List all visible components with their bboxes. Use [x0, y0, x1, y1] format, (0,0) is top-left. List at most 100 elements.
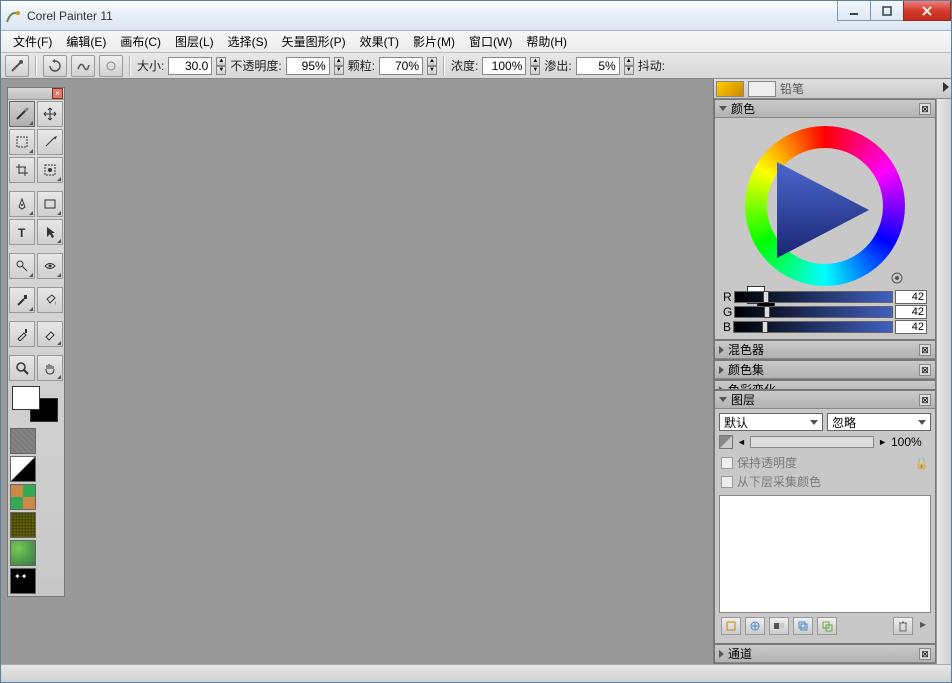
cloner-tool[interactable]	[9, 287, 35, 313]
blend-mode-combo[interactable]: 默认	[719, 413, 823, 431]
straight-button[interactable]	[99, 55, 123, 77]
freehand-button[interactable]	[71, 55, 95, 77]
hand-tool[interactable]	[37, 355, 63, 381]
panel-close-icon[interactable]: ⊠	[919, 394, 931, 406]
layer-opacity-slider[interactable]	[750, 436, 874, 448]
pattern-swatch[interactable]	[10, 484, 36, 510]
brush-category-selector[interactable]	[716, 81, 744, 97]
mixer-panel-header[interactable]: 混色器⊠	[715, 341, 935, 359]
canvas-area[interactable]: × T	[1, 79, 713, 664]
panel-menu-icon[interactable]: ▸	[917, 617, 929, 635]
layer-visibility-icon[interactable]	[719, 435, 733, 449]
menu-canvas[interactable]: 画布(C)	[114, 31, 167, 52]
depth-mode-combo[interactable]: 忽略	[827, 413, 931, 431]
toolbox[interactable]: × T	[7, 87, 65, 597]
menu-edit[interactable]: 编辑(E)	[60, 31, 112, 52]
expand-arrow-icon[interactable]	[943, 82, 949, 92]
resat-stepper[interactable]: ▲▼	[530, 57, 540, 75]
move-tool[interactable]	[37, 101, 63, 127]
foreground-swatch[interactable]	[12, 386, 40, 410]
dropper-tool[interactable]	[9, 321, 35, 347]
new-layer-button[interactable]	[721, 617, 741, 635]
toolbox-header[interactable]: ×	[8, 88, 64, 100]
disclosure-icon[interactable]	[719, 366, 724, 374]
toolbox-close-icon[interactable]: ×	[52, 88, 63, 99]
crop-tool[interactable]	[9, 157, 35, 183]
color-wheel[interactable]	[745, 126, 905, 286]
disclosure-icon[interactable]	[719, 346, 724, 354]
grain-input[interactable]: 70%	[379, 57, 423, 75]
dock-scrollbar[interactable]	[936, 99, 951, 664]
delete-layer-button[interactable]	[893, 617, 913, 635]
gradient-swatch[interactable]	[10, 456, 36, 482]
close-button[interactable]	[903, 1, 951, 21]
layer-opacity-value[interactable]: 100%	[891, 435, 931, 449]
size-stepper[interactable]: ▲▼	[216, 57, 226, 75]
color-panel-header[interactable]: 颜色 ⊠	[715, 100, 935, 118]
menu-shape[interactable]: 矢量图形(P)	[276, 31, 352, 52]
weave-swatch[interactable]	[10, 512, 36, 538]
wand-tool[interactable]	[37, 129, 63, 155]
brush-tool[interactable]	[9, 101, 35, 127]
bucket-tool[interactable]	[37, 287, 63, 313]
g-value[interactable]: 42	[895, 305, 927, 319]
menu-movie[interactable]: 影片(M)	[407, 31, 461, 52]
titlebar[interactable]: Corel Painter 11	[1, 1, 951, 31]
layer-list[interactable]	[719, 495, 931, 613]
grain-stepper[interactable]: ▲▼	[427, 57, 437, 75]
disclosure-icon[interactable]	[719, 397, 727, 402]
menu-effect[interactable]: 效果(T)	[354, 31, 405, 52]
pointer-tool[interactable]	[37, 219, 63, 245]
colorset-panel-header[interactable]: 颜色集⊠	[715, 361, 935, 379]
paper-texture[interactable]	[10, 428, 36, 454]
dodge-tool[interactable]	[9, 253, 35, 279]
resat-input[interactable]: 100%	[482, 57, 526, 75]
bleed-input[interactable]: 5%	[576, 57, 620, 75]
clone-color-icon[interactable]	[889, 270, 905, 286]
menu-select[interactable]: 选择(S)	[222, 31, 274, 52]
rect-shape-tool[interactable]	[37, 191, 63, 217]
g-slider[interactable]	[734, 306, 893, 318]
panel-close-icon[interactable]: ⊠	[919, 648, 931, 660]
menu-window[interactable]: 窗口(W)	[463, 31, 518, 52]
text-tool[interactable]: T	[9, 219, 35, 245]
bleed-stepper[interactable]: ▲▼	[624, 57, 634, 75]
size-input[interactable]: 30.0	[168, 57, 212, 75]
look-swatch[interactable]: ✦✦	[10, 568, 36, 594]
b-slider[interactable]	[733, 321, 893, 333]
panel-close-icon[interactable]: ⊠	[919, 103, 931, 115]
menu-file[interactable]: 文件(F)	[7, 31, 58, 52]
magnifier-tool[interactable]	[9, 355, 35, 381]
r-slider[interactable]	[734, 291, 893, 303]
minimize-button[interactable]	[837, 1, 871, 21]
brush-ghost-button[interactable]	[5, 55, 29, 77]
disclosure-icon[interactable]	[719, 650, 724, 658]
opacity-stepper[interactable]: ▲▼	[334, 57, 344, 75]
layer-mask-button[interactable]	[769, 617, 789, 635]
rect-select-tool[interactable]	[9, 129, 35, 155]
opacity-input[interactable]: 95%	[286, 57, 330, 75]
preserve-trans-checkbox[interactable]	[721, 457, 733, 469]
colorvar-panel-header[interactable]: 色彩变化	[715, 381, 935, 390]
nozzle-swatch[interactable]	[10, 540, 36, 566]
r-value[interactable]: 42	[895, 290, 927, 304]
panel-close-icon[interactable]: ⊠	[919, 344, 931, 356]
layers-panel-header[interactable]: 图层⊠	[715, 391, 935, 409]
pick-underlying-checkbox[interactable]	[721, 476, 733, 488]
reset-button[interactable]	[43, 55, 67, 77]
brush-variant-selector[interactable]	[748, 81, 776, 97]
menu-help[interactable]: 帮助(H)	[520, 31, 573, 52]
dynamic-layer-button[interactable]	[745, 617, 765, 635]
menu-layer[interactable]: 图层(L)	[169, 31, 220, 52]
disclosure-icon[interactable]	[719, 106, 727, 111]
ungroup-button[interactable]	[817, 617, 837, 635]
color-swatches[interactable]	[10, 384, 62, 424]
channels-panel-header[interactable]: 通道⊠	[715, 645, 935, 663]
pen-tool[interactable]	[9, 191, 35, 217]
maximize-button[interactable]	[870, 1, 904, 21]
b-value[interactable]: 42	[895, 320, 927, 334]
panel-close-icon[interactable]: ⊠	[919, 364, 931, 376]
eraser-tool[interactable]	[37, 321, 63, 347]
group-button[interactable]	[793, 617, 813, 635]
selection-adjust-tool[interactable]	[37, 157, 63, 183]
